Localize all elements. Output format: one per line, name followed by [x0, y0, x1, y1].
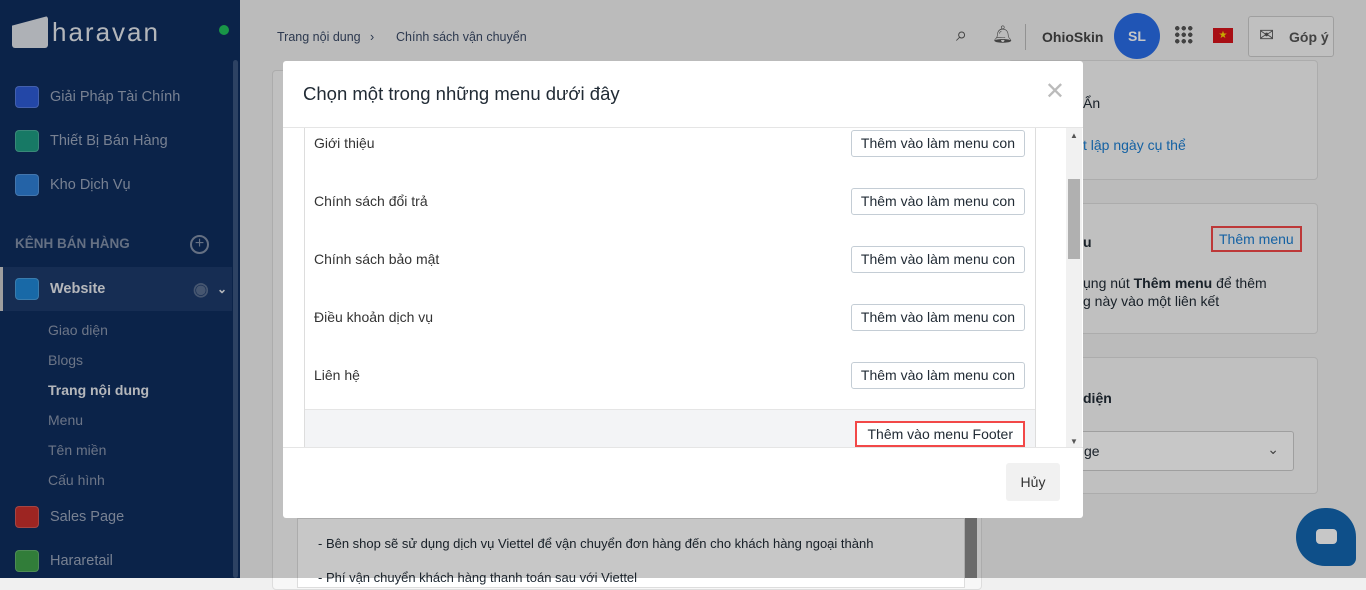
list-item: Giới thiệu Thêm vào làm menu con: [305, 128, 1035, 186]
cancel-button[interactable]: Hủy: [1006, 463, 1060, 501]
scrollbar-thumb[interactable]: [1068, 179, 1080, 259]
scroll-down-icon[interactable]: ▼: [1070, 437, 1078, 446]
list-item: Chính sách đổi trả Thêm vào làm menu con: [305, 186, 1035, 244]
add-submenu-button[interactable]: Thêm vào làm menu con: [850, 188, 1025, 215]
modal-body: Giới thiệu Thêm vào làm menu con Chính sá…: [283, 127, 1083, 448]
add-submenu-button[interactable]: Thêm vào làm menu con: [850, 362, 1025, 389]
add-submenu-button[interactable]: Thêm vào làm menu con: [850, 304, 1025, 331]
modal-title: Chọn một trong những menu dưới đây: [303, 83, 620, 104]
menu-name: Chính sách đổi trả: [314, 193, 428, 209]
modal-scrollbar[interactable]: ▲ ▼: [1066, 128, 1082, 447]
add-to-footer-menu-button[interactable]: Thêm vào menu Footer: [855, 421, 1025, 447]
menu-select-modal: Chọn một trong những menu dưới đây ✕ Giớ…: [283, 61, 1083, 518]
scroll-up-icon[interactable]: ▲: [1070, 131, 1078, 140]
menu-name: Liên hệ: [314, 367, 360, 383]
add-submenu-button[interactable]: Thêm vào làm menu con: [850, 246, 1025, 273]
menu-name: Giới thiệu: [314, 135, 375, 151]
list-item: Chính sách bảo mật Thêm vào làm menu con: [305, 244, 1035, 302]
menu-name: Điều khoản dịch vụ: [314, 309, 434, 325]
menu-list: Giới thiệu Thêm vào làm menu con Chính sá…: [304, 128, 1036, 447]
list-item: Điều khoản dịch vụ Thêm vào làm menu con: [305, 302, 1035, 360]
footer-menu-row: Thêm vào menu Footer: [305, 409, 1035, 447]
close-icon[interactable]: ✕: [1045, 77, 1065, 106]
menu-name: Chính sách bảo mật: [314, 251, 440, 267]
add-submenu-button[interactable]: Thêm vào làm menu con: [850, 130, 1025, 157]
